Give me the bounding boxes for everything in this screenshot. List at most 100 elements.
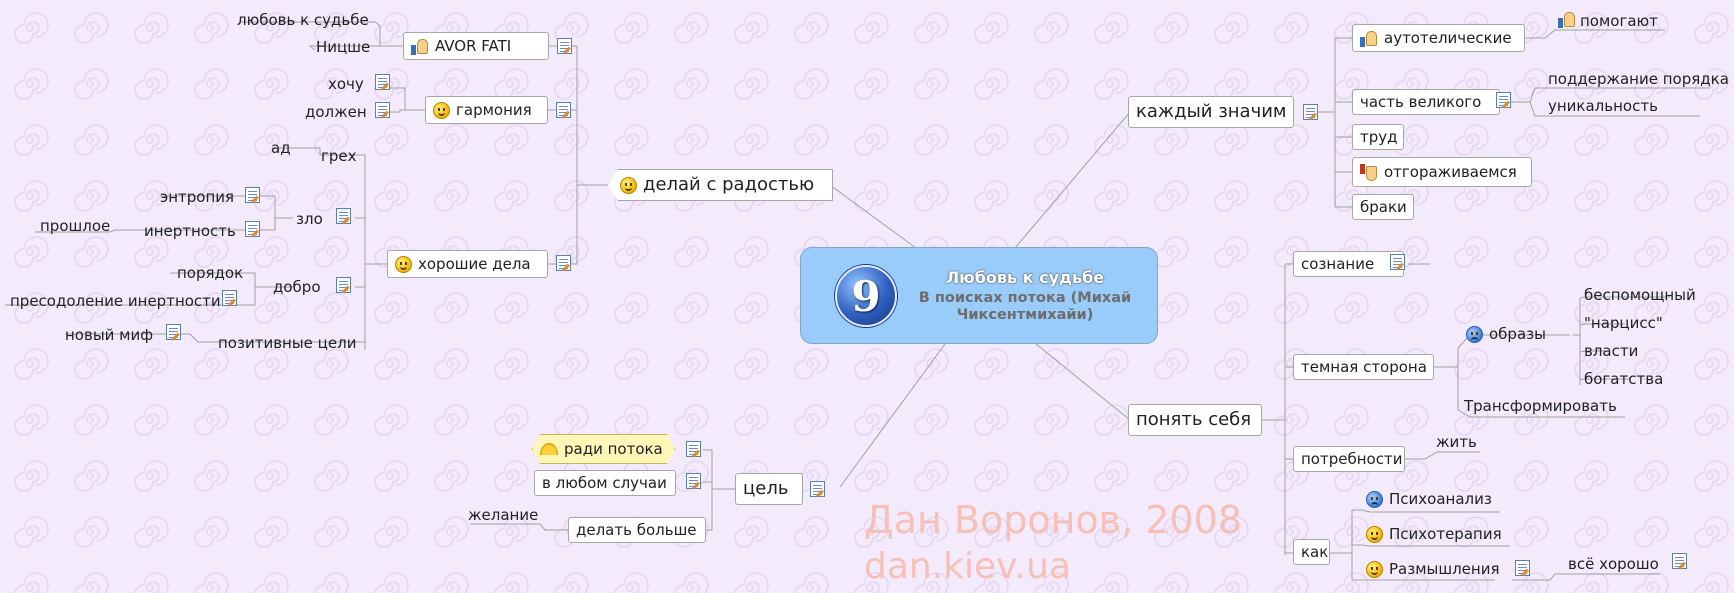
topic-label: гармония	[456, 101, 532, 119]
topic-otgorazhivaemsya[interactable]: отгораживаемся	[1352, 157, 1532, 187]
label-proshloe: прошлое	[40, 217, 111, 235]
topic-v-lyubom-sluchai[interactable]: в любом случаи	[534, 470, 676, 496]
note-icon[interactable]	[556, 102, 571, 118]
topic-label: AVOR FATI	[435, 37, 512, 55]
label-pozitivnye-tseli: позитивные цели	[218, 334, 357, 352]
note-icon[interactable]	[686, 441, 701, 457]
label-vlasti: власти	[1584, 342, 1639, 360]
note-icon[interactable]	[1390, 254, 1405, 270]
note-icon[interactable]	[222, 290, 237, 306]
note-icon[interactable]	[336, 277, 351, 293]
note-icon[interactable]	[375, 102, 390, 118]
topic-delay-s-radostyu[interactable]: делай с радостью	[608, 169, 833, 201]
topic-radi-potoka[interactable]: ради потока	[532, 434, 675, 464]
label-obrazy: образы	[1466, 325, 1546, 343]
thumbs-up-icon	[1558, 11, 1576, 28]
number-badge: 9	[835, 265, 897, 327]
topic-braki[interactable]: браки	[1352, 194, 1414, 220]
topic-label: часть великого	[1360, 93, 1482, 111]
note-icon[interactable]	[556, 255, 571, 271]
note-icon[interactable]	[245, 187, 260, 203]
topic-ponyat-sebya[interactable]: понять себя	[1128, 404, 1262, 436]
psihoanaliz-text: Психоанализ	[1389, 490, 1492, 508]
topic-delat-bolshe[interactable]: делать больше	[568, 517, 706, 543]
topic-label: сознание	[1301, 255, 1375, 273]
razmyshleniya-text: Размышления	[1389, 560, 1500, 578]
topic-label: ради потока	[564, 440, 663, 458]
topic-potrebnosti[interactable]: потребности	[1293, 446, 1405, 472]
label-zlo: зло	[296, 210, 323, 228]
topic-temnaya-storona[interactable]: темная сторона	[1293, 354, 1434, 380]
thumbs-down-icon	[1360, 163, 1378, 181]
label-dolzhen: должен	[305, 103, 367, 121]
note-icon[interactable]	[810, 481, 825, 497]
smile-icon	[433, 101, 450, 119]
watermark-author: Дан Воронов, 2008	[864, 498, 1242, 542]
note-icon[interactable]	[557, 38, 572, 54]
topic-label: в любом случаи	[542, 474, 667, 492]
label-nitsshe: Ницше	[316, 38, 371, 56]
label-unikalnost: уникальность	[1548, 97, 1658, 115]
sad-face-icon	[1366, 490, 1383, 508]
label-poryadok: порядок	[177, 264, 244, 282]
label-entropiya: энтропия	[160, 188, 235, 206]
note-icon[interactable]	[1672, 553, 1687, 569]
topic-label: аутотелические	[1384, 29, 1512, 47]
topic-kak[interactable]: как	[1293, 539, 1330, 565]
smile-icon	[1366, 525, 1383, 543]
note-icon[interactable]	[1496, 92, 1511, 108]
label-zhelanie: желание	[468, 506, 539, 524]
label-transformirovat: Трансформировать	[1464, 397, 1617, 415]
label-bogatstva: богатства	[1584, 370, 1664, 388]
topic-label: делать больше	[576, 521, 697, 539]
label-vse-horosho: всё хорошо	[1568, 555, 1659, 573]
label-novyi-mif: новый миф	[65, 326, 154, 344]
label-lyubov-k-sudbe: любовь к судьбе	[237, 11, 369, 29]
topic-label: труд	[1360, 128, 1398, 146]
topic-label: отгораживаемся	[1384, 163, 1517, 181]
watermark-site: dan.kiev.ua	[864, 546, 1071, 587]
flow-icon	[540, 443, 558, 455]
label-bespomoshchnyi: беспомощный	[1584, 286, 1696, 304]
topic-tsel[interactable]: цель	[735, 473, 803, 505]
topic-chast-velikogo[interactable]: часть великого	[1352, 89, 1500, 115]
note-icon[interactable]	[166, 324, 181, 340]
topic-trud[interactable]: труд	[1352, 124, 1404, 150]
smile-icon	[1366, 560, 1383, 578]
label-greh: грех	[321, 147, 357, 165]
pomogayut-text: помогают	[1580, 12, 1658, 30]
note-icon[interactable]	[375, 74, 390, 90]
topic-label: темная сторона	[1301, 358, 1427, 376]
sad-face-icon	[1466, 325, 1483, 343]
label-razmyshleniya: Размышления	[1366, 560, 1500, 578]
smile-icon	[395, 255, 412, 273]
note-icon[interactable]	[336, 208, 351, 224]
topic-kazhdyi-znachim[interactable]: каждый значим	[1128, 96, 1294, 128]
label-ad: ад	[271, 139, 291, 157]
psihoterapiya-text: Психотерапия	[1389, 525, 1502, 543]
note-icon[interactable]	[245, 221, 260, 237]
label-dobro: добро	[273, 278, 321, 296]
topic-label: делай с радостью	[643, 174, 815, 195]
note-icon[interactable]	[686, 473, 701, 489]
label-pomogayut: помогают	[1558, 11, 1658, 30]
topic-label: как	[1301, 543, 1329, 561]
central-title: Любовь к судьбе	[945, 268, 1105, 287]
topic-label: понять себя	[1136, 409, 1252, 430]
topic-garmoniya[interactable]: гармония	[425, 96, 548, 124]
central-subtitle: В поисках потока (Михай Чиксентмихайи)	[918, 290, 1132, 323]
topic-label: каждый значим	[1136, 101, 1287, 122]
topic-horoshie-dela[interactable]: хорошие дела	[387, 250, 548, 278]
obrazy-text: образы	[1489, 325, 1546, 343]
label-zhit: жить	[1436, 433, 1477, 451]
topic-amor-fati[interactable]: AVOR FATI	[403, 32, 549, 60]
thumbs-up-icon	[1360, 30, 1378, 47]
note-icon[interactable]	[1303, 104, 1318, 120]
topic-soznanie[interactable]: сознание	[1293, 251, 1404, 277]
note-icon[interactable]	[1515, 560, 1530, 576]
topic-autotelicheskie[interactable]: аутотелические	[1352, 24, 1525, 52]
topic-label: браки	[1360, 198, 1407, 216]
thumbs-up-icon	[411, 38, 429, 55]
topic-label: потребности	[1301, 450, 1403, 468]
label-inertnost: инертность	[144, 222, 236, 240]
